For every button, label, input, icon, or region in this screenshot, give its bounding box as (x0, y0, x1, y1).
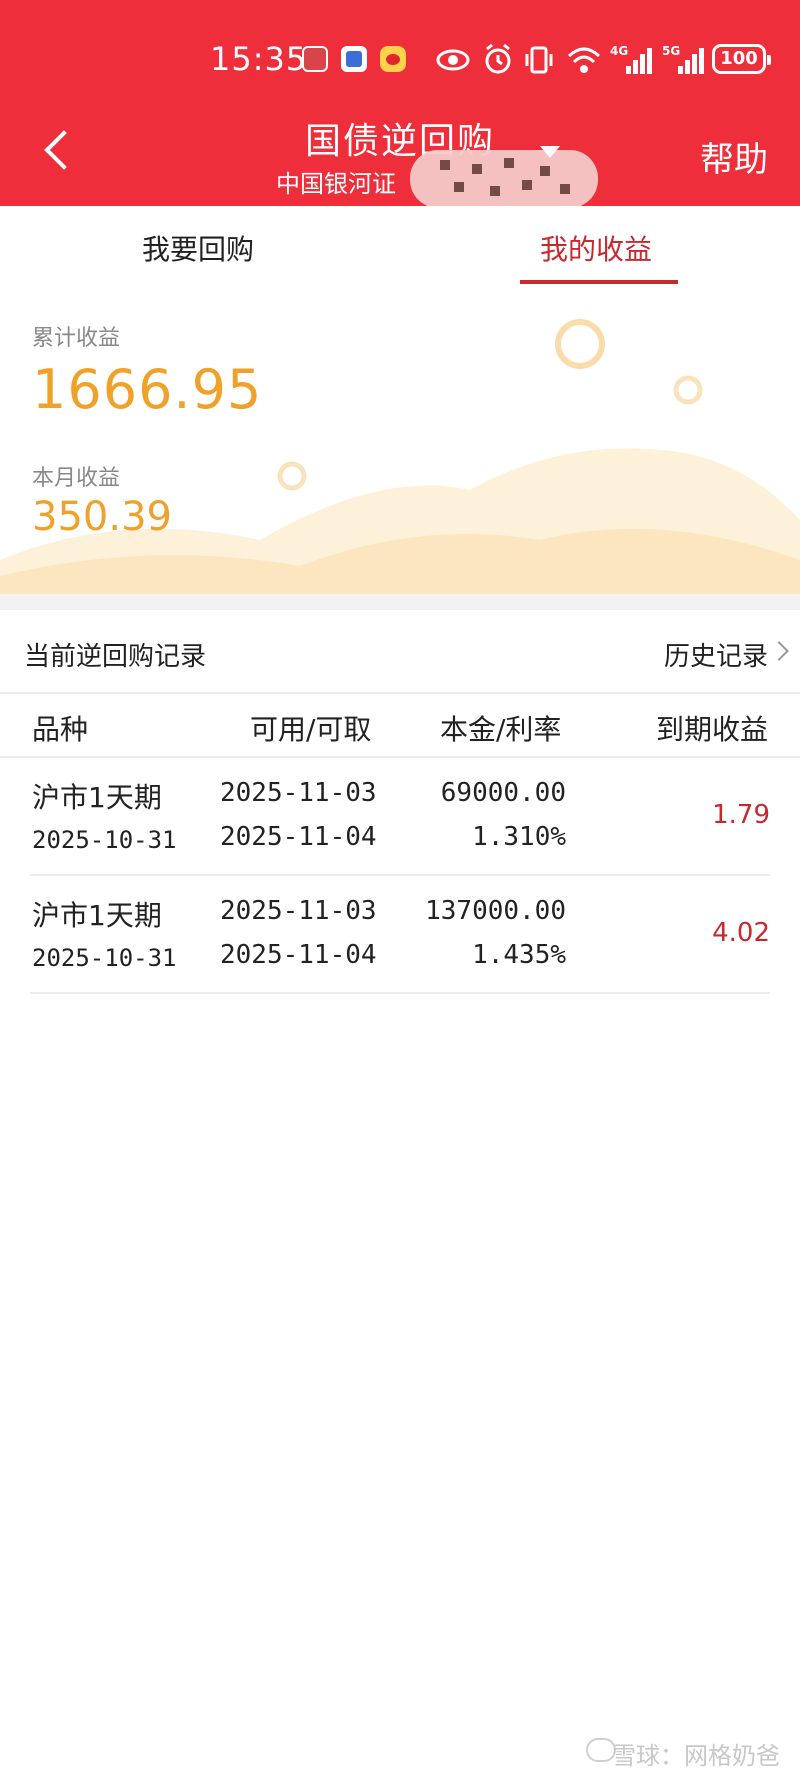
row-product-name: 沪市1天期 (32, 781, 162, 814)
battery-icon: 100 (712, 44, 771, 74)
eye-icon (436, 40, 470, 92)
app-header: 15:35 4G 5G 100 国债逆回购 中国银河证 帮助 (0, 0, 800, 208)
table-row[interactable]: 沪市1天期 2025-10-31 2025-11-03 2025-11-04 1… (30, 876, 770, 994)
row-available-date: 2025-11-03 (220, 778, 377, 808)
row-product-name: 沪市1天期 (32, 899, 162, 932)
account-name[interactable]: 中国银河证 (276, 164, 396, 199)
vibrate-icon (522, 40, 556, 92)
row-trade-date: 2025-10-31 (32, 944, 177, 972)
column-header-available: 可用/可取 (250, 713, 372, 746)
tab-bar: 我要回购 我的收益 (0, 206, 800, 286)
monthly-earnings-label: 本月收益 (32, 466, 121, 491)
row-trade-date: 2025-10-31 (32, 826, 177, 854)
row-rate: 1.310% (472, 822, 566, 852)
cumulative-earnings-label: 累计收益 (32, 326, 121, 351)
column-header-principal: 本金/利率 (440, 713, 562, 746)
records-title: 当前逆回购记录 (24, 642, 207, 672)
row-withdrawable-date: 2025-11-04 (220, 822, 377, 852)
cumulative-earnings-value: 1666.95 (32, 358, 263, 421)
chevron-right-icon[interactable] (769, 641, 789, 661)
blurred-account-mask (410, 150, 598, 208)
huawei-app-icon (302, 46, 328, 72)
table-row[interactable]: 沪市1天期 2025-10-31 2025-11-03 2025-11-04 6… (30, 758, 770, 876)
tab-buy-repo[interactable]: 我要回购 (142, 228, 254, 268)
account-dropdown-icon[interactable] (540, 146, 560, 158)
history-link[interactable]: 历史记录 (664, 636, 768, 673)
alarm-icon (482, 40, 514, 92)
status-bar: 15:35 4G 5G 100 (0, 40, 800, 80)
wifi-icon (566, 40, 602, 92)
row-rate: 1.435% (472, 940, 566, 970)
row-available-date: 2025-11-03 (220, 896, 377, 926)
page-title: 国债逆回购 (304, 121, 495, 162)
row-yield: 4.02 (712, 918, 770, 948)
row-withdrawable-date: 2025-11-04 (220, 940, 377, 970)
help-button[interactable]: 帮助 (700, 132, 768, 181)
status-time: 15:35 (210, 40, 308, 78)
monthly-earnings-value: 350.39 (32, 494, 172, 540)
row-principal: 137000.00 (425, 896, 566, 926)
app-icon (341, 46, 367, 72)
active-tab-indicator (520, 280, 678, 284)
records-header: 当前逆回购记录 历史记录 (0, 610, 800, 694)
weibo-icon (380, 46, 406, 72)
table-header: 品种 可用/可取 本金/利率 到期收益 (0, 694, 800, 758)
watermark: 雪球：网格奶爸 (612, 1742, 780, 1770)
row-yield: 1.79 (712, 800, 770, 830)
tab-my-earnings[interactable]: 我的收益 (540, 228, 652, 268)
section-divider (0, 594, 800, 610)
column-header-type: 品种 (32, 713, 89, 746)
row-principal: 69000.00 (440, 778, 566, 808)
column-header-yield: 到期收益 (655, 713, 768, 746)
earnings-panel: 累计收益 1666.95 本月收益 350.39 (0, 290, 800, 594)
